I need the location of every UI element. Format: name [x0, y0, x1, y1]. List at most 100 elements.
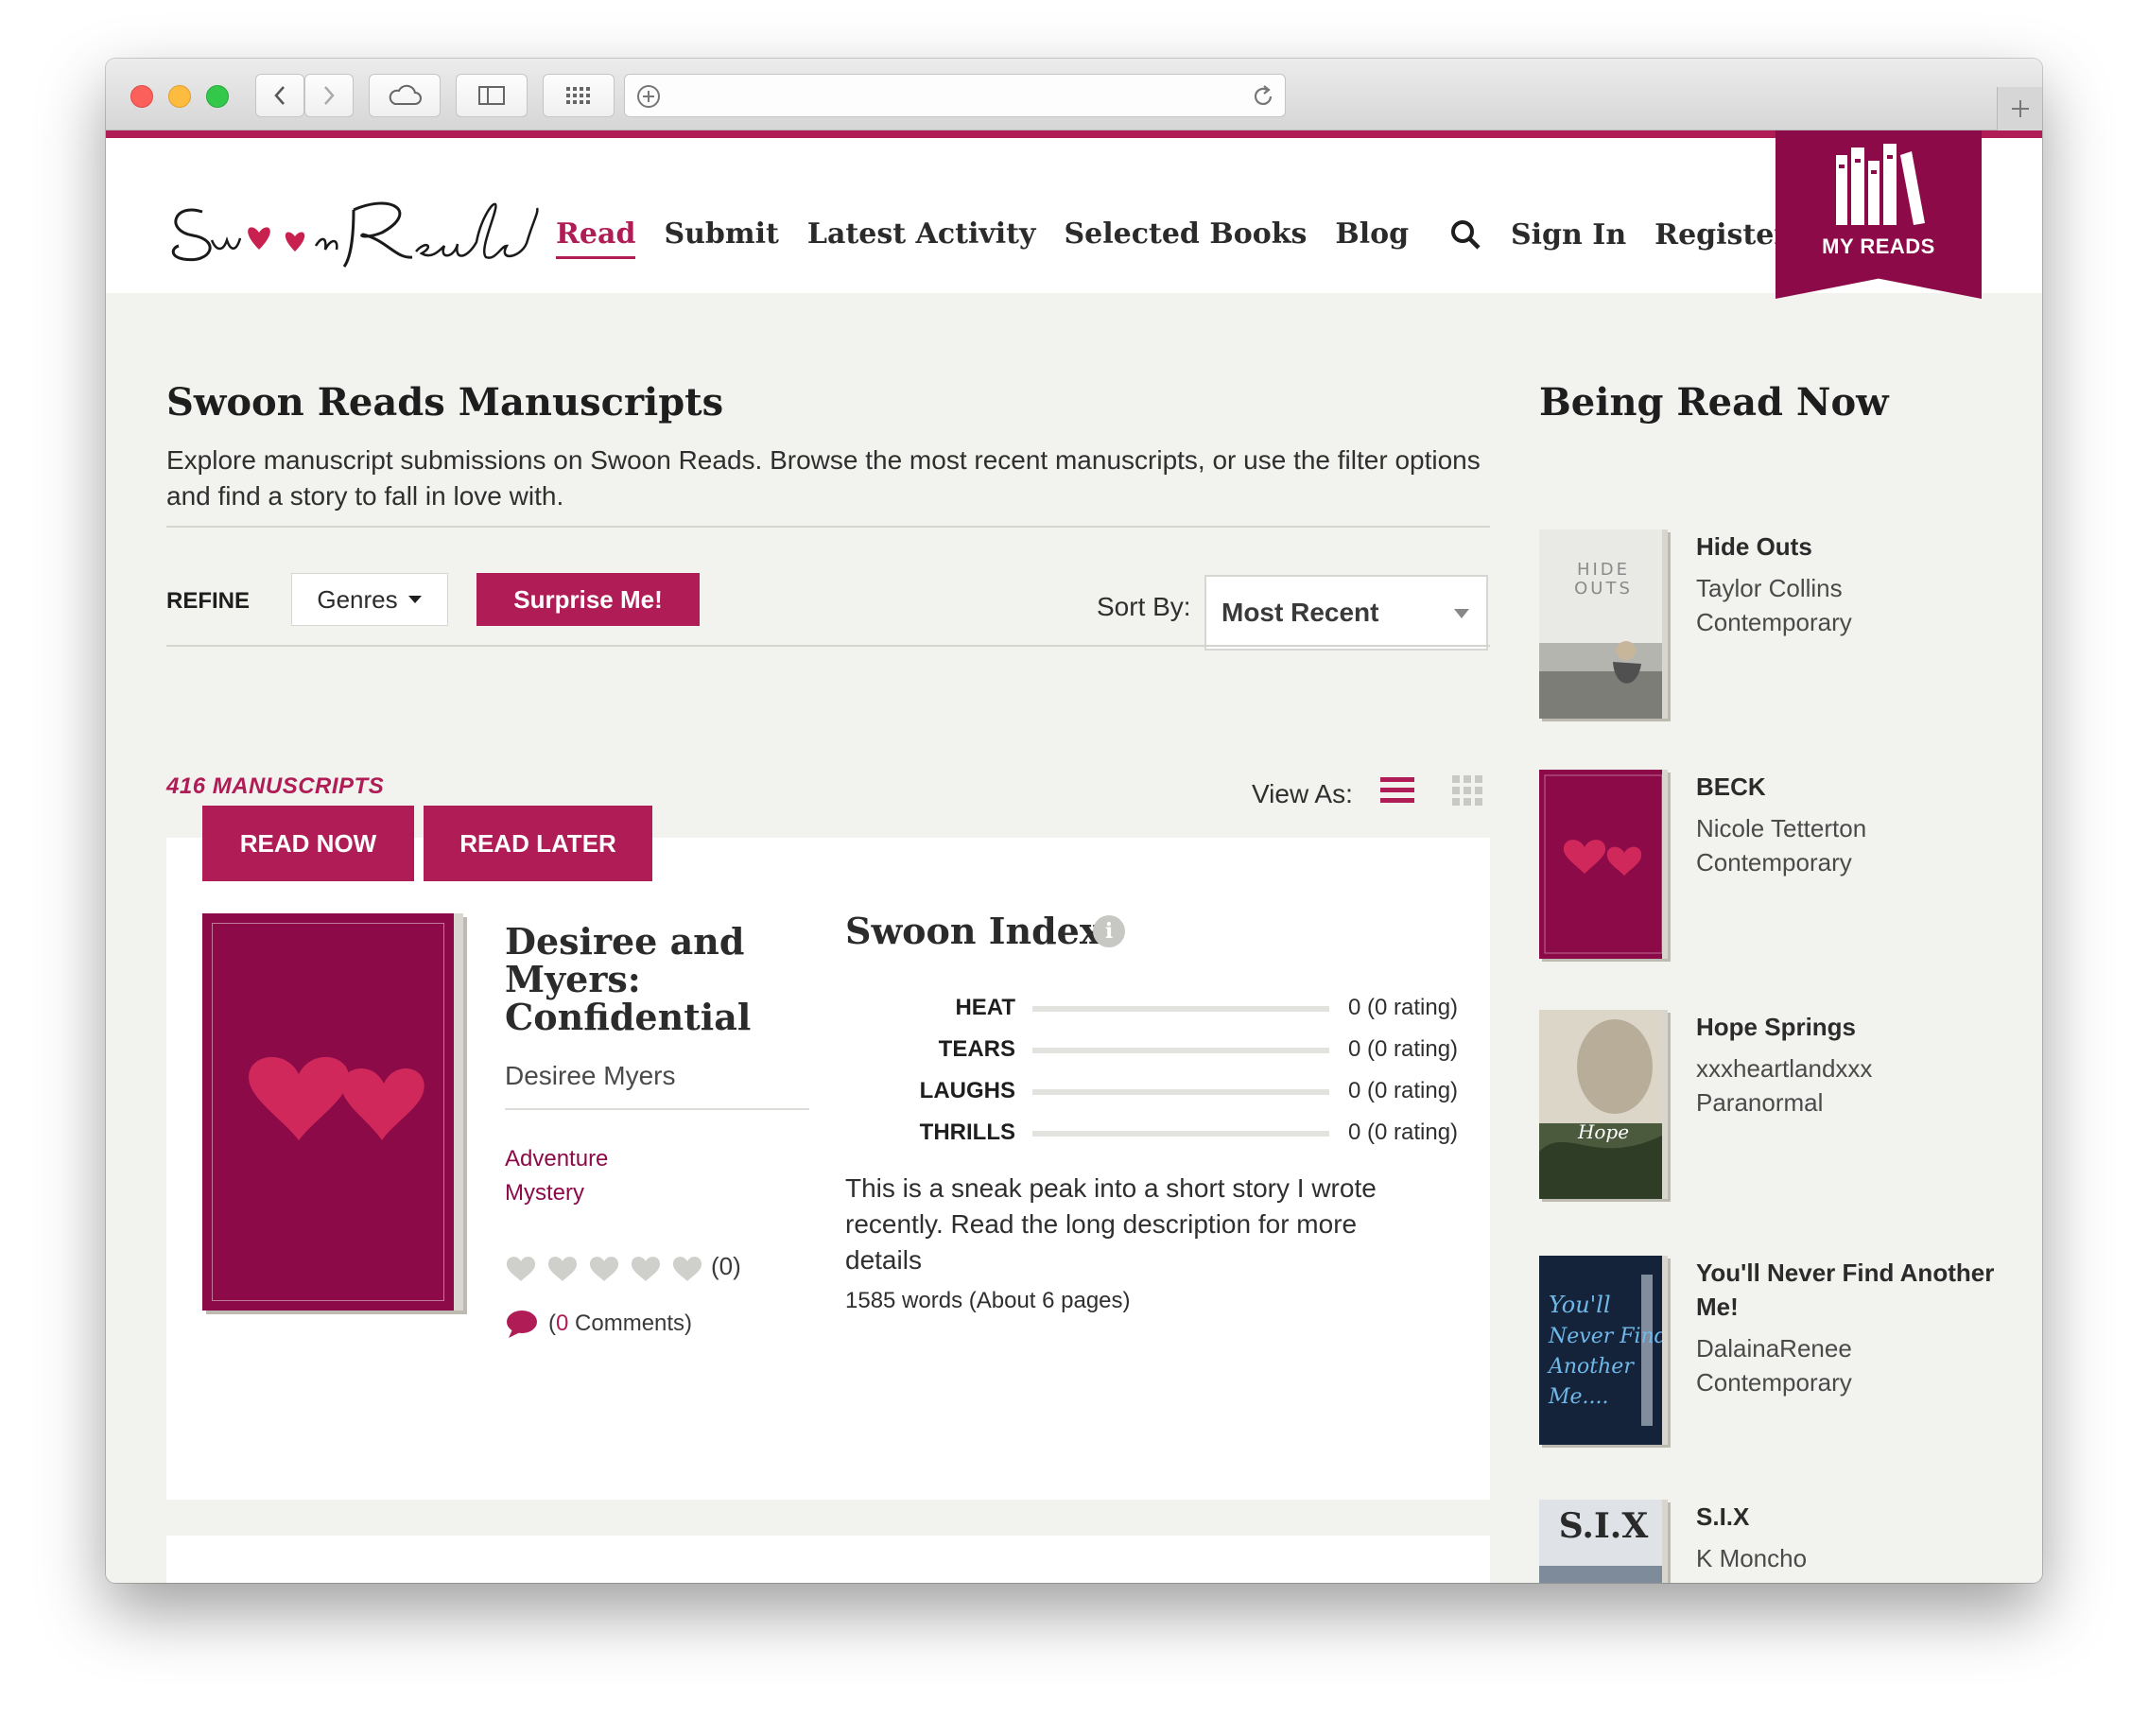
hearts-icon [1544, 774, 1662, 954]
manuscript-count: 416 MANUSCRIPTS [166, 773, 385, 799]
cloud-icon [389, 84, 422, 105]
metric-heat-label: HEAT [955, 995, 1015, 1020]
metric-laughs-bar [1032, 1089, 1329, 1095]
sidebar-book[interactable]: BECK Nicole Tetterton Contemporary [1539, 770, 2012, 968]
nav-read[interactable]: Read [556, 217, 636, 259]
svg-text:Me....: Me.... [1548, 1385, 1609, 1409]
metric-thrills-bar [1032, 1131, 1329, 1137]
genre-tag[interactable]: Adventure [505, 1146, 608, 1172]
account-links: Sign In Register [1448, 217, 1789, 252]
book-title[interactable]: Hope Springs [1696, 1010, 2008, 1044]
sort-selected-value: Most Recent [1221, 598, 1379, 627]
metric-thrills-value: 0 (0 rating) [1348, 1120, 1459, 1145]
add-bookmark-icon[interactable] [636, 84, 661, 109]
read-now-button[interactable]: READ NOW [202, 806, 414, 881]
book-cover[interactable]: You'll Never Find Another Me.... [1539, 1256, 1668, 1445]
book-cover[interactable]: Hope [1539, 1010, 1668, 1199]
svg-text:S.I.X: S.I.X [1559, 1506, 1649, 1546]
book-cover[interactable]: HIDE OUTS [1539, 529, 1668, 719]
sidebar-toggle-button[interactable] [456, 74, 528, 117]
surprise-me-button[interactable]: Surprise Me! [476, 573, 700, 626]
view-as-label: View As: [1252, 779, 1353, 808]
caret-down-icon [407, 596, 422, 603]
minimize-window-button[interactable] [168, 85, 191, 108]
book-info: S.I.X K Moncho Contemporary [1696, 1500, 2008, 1583]
svg-text:Hope: Hope [1577, 1120, 1629, 1143]
comments-open: ( [548, 1311, 556, 1336]
metric-laughs-value: 0 (0 rating) [1348, 1078, 1459, 1103]
close-window-button[interactable] [130, 85, 153, 108]
metric-heat-value: 0 (0 rating) [1348, 995, 1459, 1020]
my-reads-label: MY READS [1822, 234, 1935, 258]
metric-heat-bar [1032, 1006, 1329, 1012]
book-cover[interactable] [202, 913, 463, 1311]
address-bar[interactable] [624, 74, 1286, 117]
manuscript-card [166, 1536, 1490, 1583]
sidebar-book[interactable]: You'll Never Find Another Me.... You'll … [1539, 1256, 2012, 1454]
heart-icon [547, 1257, 578, 1281]
new-tab-button[interactable] [1997, 87, 2042, 130]
svg-text:Another: Another [1547, 1355, 1635, 1379]
comments-text: (0 Comments) [548, 1311, 692, 1337]
book-title[interactable]: You'll Never Find Another Me! [1696, 1256, 2008, 1324]
refine-label: REFINE [166, 588, 251, 614]
book-info: Hide Outs Taylor Collins Contemporary [1696, 529, 2008, 639]
book-author: Nicole Tetterton [1696, 814, 1867, 842]
book-title[interactable]: S.I.X [1696, 1500, 2008, 1534]
icloud-tabs-button[interactable] [369, 74, 441, 117]
book-author[interactable]: Desiree Myers [505, 1061, 675, 1091]
book-title[interactable]: Desiree and Myers: Confidential [505, 923, 826, 1036]
book-title[interactable]: BECK [1696, 770, 2008, 804]
genres-dropdown[interactable]: Genres [291, 573, 448, 626]
reload-icon[interactable] [1251, 84, 1275, 109]
sort-select[interactable]: Most Recent [1204, 575, 1488, 651]
sidebar-book[interactable]: S.I.X S.I.X K Moncho Contemporary [1539, 1500, 2012, 1583]
book-author: DalainaRenee [1696, 1334, 1852, 1363]
nav-selected-books[interactable]: Selected Books [1064, 217, 1307, 259]
comments-suffix: Comments) [568, 1311, 693, 1336]
svg-text:HIDE: HIDE [1577, 560, 1630, 580]
sidebar-book[interactable]: Hope Hope Springs xxxheartlandxxx Parano… [1539, 1010, 2012, 1208]
book-cover[interactable]: S.I.X [1539, 1500, 1668, 1583]
book-title[interactable]: Hide Outs [1696, 529, 2008, 564]
forward-icon [324, 86, 335, 105]
divider [166, 526, 1490, 528]
back-button[interactable] [255, 74, 304, 117]
book-author: Taylor Collins [1696, 574, 1843, 602]
book-author: K Moncho [1696, 1544, 1808, 1572]
nav-submit[interactable]: Submit [664, 217, 778, 259]
my-reads-button[interactable]: MY READS [1776, 130, 1982, 299]
top-sites-button[interactable] [543, 74, 615, 117]
genre-tag[interactable]: Mystery [505, 1180, 584, 1207]
book-cover[interactable] [1539, 770, 1668, 959]
metric-tears-label: TEARS [938, 1036, 1015, 1062]
website: Read Submit Latest Activity Selected Boo… [106, 130, 2042, 1583]
sign-in-link[interactable]: Sign In [1511, 218, 1626, 252]
search-icon[interactable] [1448, 217, 1482, 252]
metric-laughs-label: LAUGHS [919, 1078, 1015, 1103]
svg-text:Never Find: Never Find [1548, 1325, 1668, 1348]
info-icon[interactable]: i [1093, 915, 1125, 947]
browser-window: Read Submit Latest Activity Selected Boo… [106, 59, 2042, 1583]
heart-rating[interactable] [505, 1254, 703, 1282]
sidebar-book[interactable]: HIDE OUTS Hide Outs Taylor Collins Conte… [1539, 529, 2012, 728]
list-view-icon[interactable] [1378, 773, 1416, 807]
swoon-reads-logo[interactable] [165, 183, 543, 278]
brand-strip [106, 130, 2042, 138]
nav-blog[interactable]: Blog [1335, 217, 1409, 259]
main-nav: Read Submit Latest Activity Selected Boo… [556, 217, 1409, 259]
zoom-window-button[interactable] [206, 85, 229, 108]
metric-tears-bar [1032, 1048, 1329, 1053]
forward-button[interactable] [304, 74, 354, 117]
svg-text:OUTS: OUTS [1574, 579, 1633, 599]
heart-icon [631, 1257, 661, 1281]
nav-latest-activity[interactable]: Latest Activity [807, 217, 1036, 259]
comments-link[interactable]: (0 Comments) [505, 1309, 692, 1339]
register-link[interactable]: Register [1654, 218, 1789, 252]
read-later-button[interactable]: READ LATER [424, 806, 652, 881]
book-info: Hope Springs xxxheartlandxxx Paranormal [1696, 1010, 2008, 1120]
logo-icon [171, 201, 539, 268]
cover-art: HIDE OUTS [1539, 529, 1662, 719]
page-title: Swoon Reads Manuscripts [166, 380, 724, 425]
grid-view-icon[interactable] [1450, 773, 1484, 807]
